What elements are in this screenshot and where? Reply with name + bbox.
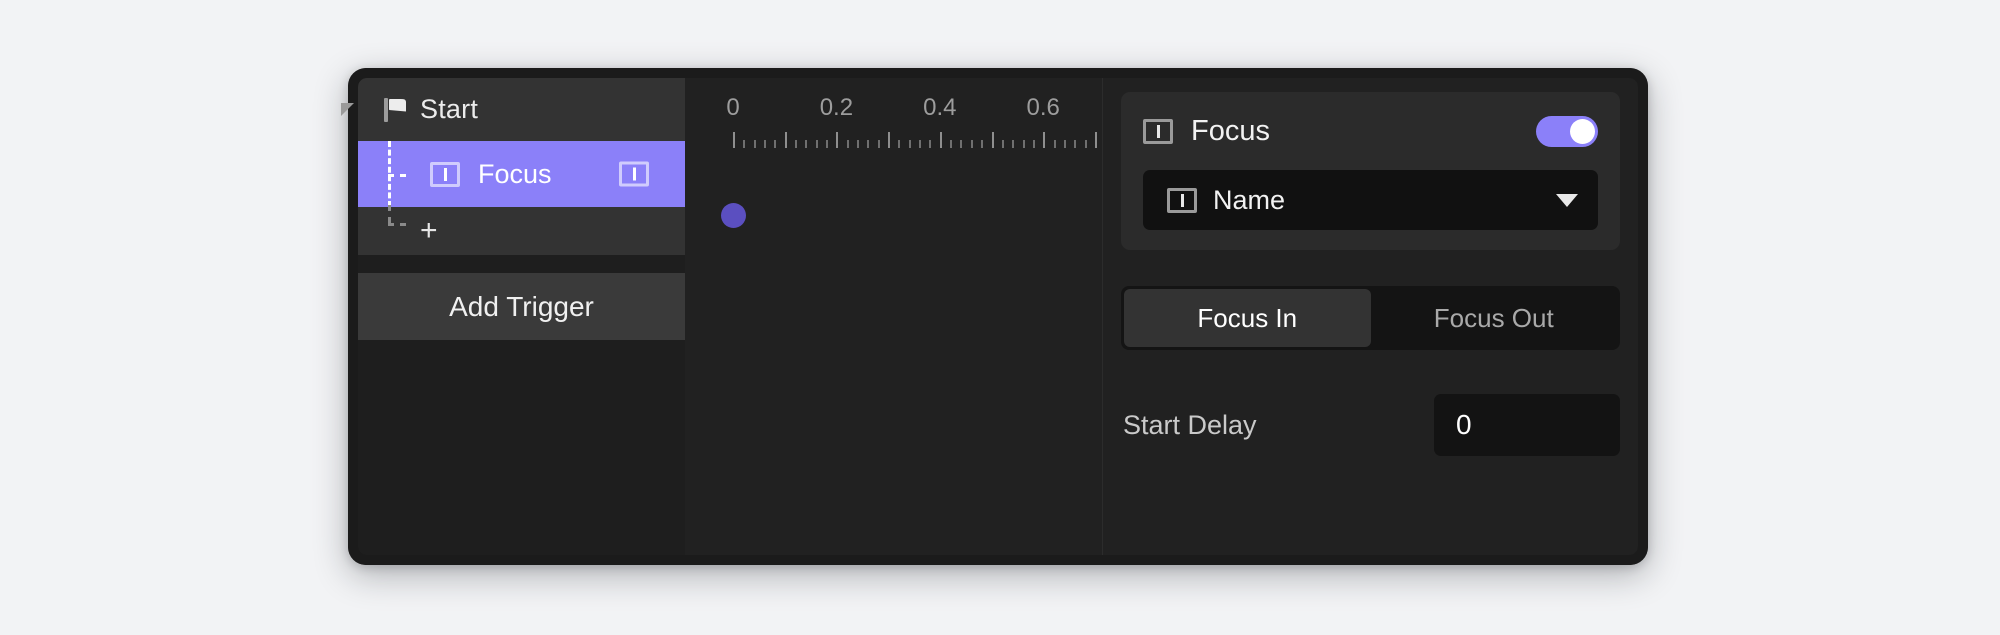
timeline-header-label: Start [420,94,479,124]
tab-focus-out[interactable]: Focus Out [1371,289,1618,347]
ruler-tick [764,140,767,148]
text-input-icon [1143,118,1173,144]
properties-title: Focus [1191,114,1270,147]
caret-triangle-icon [341,103,354,116]
ruler-tick [815,140,818,148]
target-select-value: Name [1213,184,1286,215]
ruler-tick [1022,140,1025,148]
panel-body: Start Focus + Add Trigger 0 0.2 0.4 0.6 … [358,78,1638,555]
ruler-tick [805,140,808,148]
ruler-tick [960,140,963,148]
ruler-tick [733,132,735,148]
ruler-tick [753,140,756,148]
focus-direction-tabs: Focus In Focus Out [1121,286,1620,350]
ruler-tick [908,140,911,148]
ruler-tick [1001,140,1004,148]
text-input-icon-trailing[interactable] [619,161,649,187]
ruler-tick [1084,140,1087,148]
ruler-tick [774,140,777,148]
ruler-tick [1074,140,1077,148]
focus-action-card: Focus Name [1121,92,1620,250]
toggle-knob [1570,118,1595,144]
ruler-labels: 0 0.2 0.4 0.6 [685,78,1102,124]
track-row-add[interactable]: + [358,205,685,255]
enable-toggle[interactable] [1536,115,1598,147]
animation-editor-panel: Start Focus + Add Trigger 0 0.2 0.4 0.6 … [348,68,1648,565]
ruler-tick [1032,140,1035,148]
ruler-tick [1053,140,1056,148]
ruler-tick [836,132,839,148]
ruler-tick [970,140,973,148]
ruler-tick [784,132,787,148]
track-label: Focus [478,158,552,189]
start-delay-input[interactable]: 0 [1434,394,1620,456]
ruler-ticks [685,128,1149,148]
timeline-header-start: Start [358,78,685,141]
screen: Start Focus + Add Trigger 0 0.2 0.4 0.6 … [0,0,2000,635]
ruler-tick [743,140,746,148]
timeline-ruler-area[interactable]: 0 0.2 0.4 0.6 [685,78,1149,555]
text-input-icon [430,161,460,187]
keyframe-marker[interactable] [721,203,746,228]
add-trigger-button[interactable]: Add Trigger [358,273,685,340]
ruler-tick [795,140,798,148]
flag-icon [384,97,406,122]
ruler-tick [1043,132,1046,148]
ruler-tick [981,140,984,148]
target-select[interactable]: Name [1143,170,1598,230]
track-name-column: Start Focus + Add Trigger [358,78,685,340]
ruler-tick [857,140,860,148]
ruler-tick [867,140,870,148]
tab-focus-in[interactable]: Focus In [1124,289,1371,347]
ruler-tick-label: 0.4 [923,94,957,121]
card-header: Focus [1143,108,1598,154]
ruler-tick [888,132,891,148]
properties-panel: Focus Name Focus In Focus Out Start Dela… [1103,78,1638,555]
start-delay-row: Start Delay 0 [1103,394,1638,456]
track-row-focus[interactable]: Focus [358,141,685,207]
start-delay-label: Start Delay [1123,409,1257,440]
ruler-tick-label: 0 [726,94,740,121]
ruler-tick [1012,140,1015,148]
ruler-tick-label: 0.2 [819,94,854,121]
chevron-down-icon [1556,193,1578,207]
text-input-icon [1167,187,1197,213]
ruler-tick [826,140,829,148]
ruler-tick [877,140,880,148]
ruler-tick [950,140,953,148]
add-track-label: + [420,214,438,247]
ruler-tick [929,140,932,148]
ruler-tick [1063,140,1066,148]
ruler-tick [898,140,901,148]
ruler-tick [919,140,922,148]
tree-guide [388,141,434,207]
ruler-tick [846,140,849,148]
ruler-tick [991,132,994,148]
ruler-tick-label: 0.6 [1026,94,1060,121]
timeline-region: Start Focus + Add Trigger 0 0.2 0.4 0.6 [358,78,1149,555]
ruler-tick [939,132,942,148]
ruler-tick [1094,132,1097,148]
